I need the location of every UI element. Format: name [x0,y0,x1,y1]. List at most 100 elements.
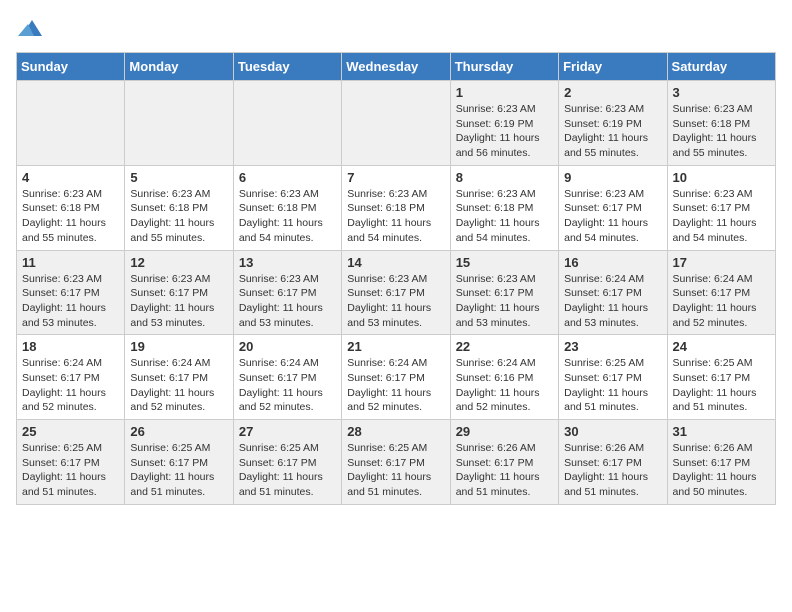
day-number: 15 [456,255,553,270]
day-number: 18 [22,339,119,354]
day-info: Sunrise: 6:24 AM Sunset: 6:17 PM Dayligh… [130,356,227,415]
day-number: 21 [347,339,444,354]
calendar-cell: 11Sunrise: 6:23 AM Sunset: 6:17 PM Dayli… [17,250,125,335]
day-number: 17 [673,255,770,270]
day-number: 31 [673,424,770,439]
day-info: Sunrise: 6:25 AM Sunset: 6:17 PM Dayligh… [673,356,770,415]
day-number: 13 [239,255,336,270]
calendar-cell: 25 Sunrise: 6:25 AM Sunset: 6:17 PM Dayli… [17,420,125,505]
day-number: 26 [130,424,227,439]
day-number: 11 [22,255,119,270]
calendar-cell: 19 Sunrise: 6:24 AM Sunset: 6:17 PM Dayli… [125,335,233,420]
weekday-header-thursday: Thursday [450,53,558,81]
calendar-cell: 3 Sunrise: 6:23 AM Sunset: 6:18 PM Daylig… [667,81,775,166]
day-number: 27 [239,424,336,439]
day-info: Sunrise: 6:23 AM Sunset: 6:18 PM Dayligh… [347,187,444,246]
day-info: Sunrise: 6:25 AM Sunset: 6:17 PM Dayligh… [22,441,119,500]
calendar-cell: 31Sunrise: 6:26 AM Sunset: 6:17 PM Dayli… [667,420,775,505]
calendar-cell: 12Sunrise: 6:23 AM Sunset: 6:17 PM Dayli… [125,250,233,335]
day-number: 4 [22,170,119,185]
calendar-cell: 5 Sunrise: 6:23 AM Sunset: 6:18 PM Daylig… [125,165,233,250]
day-number: 24 [673,339,770,354]
calendar-cell: 22 Sunrise: 6:24 AM Sunset: 6:16 PM Dayli… [450,335,558,420]
calendar-cell: 9 Sunrise: 6:23 AM Sunset: 6:17 PM Daylig… [559,165,667,250]
day-number: 30 [564,424,661,439]
logo-icon [18,16,42,40]
calendar-cell: 1Sunrise: 6:23 AM Sunset: 6:19 PM Daylig… [450,81,558,166]
weekday-header-saturday: Saturday [667,53,775,81]
day-number: 9 [564,170,661,185]
calendar-cell: 8 Sunrise: 6:23 AM Sunset: 6:18 PM Daylig… [450,165,558,250]
calendar-cell: 18 Sunrise: 6:24 AM Sunset: 6:17 PM Dayli… [17,335,125,420]
calendar-cell: 20 Sunrise: 6:24 AM Sunset: 6:17 PM Dayli… [233,335,341,420]
day-info: Sunrise: 6:23 AM Sunset: 6:17 PM Dayligh… [456,272,553,331]
calendar-cell: 27 Sunrise: 6:25 AM Sunset: 6:17 PM Dayli… [233,420,341,505]
day-number: 25 [22,424,119,439]
day-info: Sunrise: 6:24 AM Sunset: 6:17 PM Dayligh… [347,356,444,415]
day-info: Sunrise: 6:26 AM Sunset: 6:17 PM Dayligh… [564,441,661,500]
day-number: 2 [564,85,661,100]
day-info: Sunrise: 6:25 AM Sunset: 6:17 PM Dayligh… [239,441,336,500]
day-number: 6 [239,170,336,185]
day-number: 8 [456,170,553,185]
calendar-week-row: 1Sunrise: 6:23 AM Sunset: 6:19 PM Daylig… [17,81,776,166]
day-number: 23 [564,339,661,354]
calendar-cell: 21 Sunrise: 6:24 AM Sunset: 6:17 PM Dayli… [342,335,450,420]
calendar-week-row: 11 Sunrise: 6:23 AM Sunset: 6:17 PM Dayli… [17,250,776,335]
calendar-cell [17,81,125,166]
calendar-cell [233,81,341,166]
page-header [16,16,776,40]
calendar-cell: 17 Sunrise: 6:24 AM Sunset: 6:17 PM Dayli… [667,250,775,335]
weekday-header-row: SundayMondayTuesdayWednesdayThursdayFrid… [17,53,776,81]
day-info: Sunrise: 6:25 AM Sunset: 6:17 PM Dayligh… [130,441,227,500]
day-info: Sunrise: 6:23 AM Sunset: 6:18 PM Dayligh… [239,187,336,246]
calendar-cell: 6 Sunrise: 6:23 AM Sunset: 6:18 PM Daylig… [233,165,341,250]
day-number: 5 [130,170,227,185]
calendar-cell: 14 Sunrise: 6:23 AM Sunset: 6:17 PM Dayli… [342,250,450,335]
day-info: Sunrise: 6:23 AM Sunset: 6:17 PM Dayligh… [673,187,770,246]
day-info: Sunrise: 6:23 AM Sunset: 6:18 PM Dayligh… [130,187,227,246]
day-info: Sunrise: 6:23 AM Sunset: 6:18 PM Dayligh… [673,102,770,161]
day-info: Sunrise: 6:25 AM Sunset: 6:17 PM Dayligh… [347,441,444,500]
calendar-cell: 30 Sunrise: 6:26 AM Sunset: 6:17 PM Dayli… [559,420,667,505]
day-number: 10 [673,170,770,185]
calendar-cell: 16Sunrise: 6:24 AM Sunset: 6:17 PM Dayli… [559,250,667,335]
day-number: 19 [130,339,227,354]
day-info: Sunrise: 6:23 AM Sunset: 6:18 PM Dayligh… [456,187,553,246]
calendar-cell: 29 Sunrise: 6:26 AM Sunset: 6:17 PM Dayli… [450,420,558,505]
calendar-cell: 2Sunrise: 6:23 AM Sunset: 6:19 PM Daylig… [559,81,667,166]
day-number: 7 [347,170,444,185]
calendar-week-row: 18 Sunrise: 6:24 AM Sunset: 6:17 PM Dayli… [17,335,776,420]
calendar-cell: 15 Sunrise: 6:23 AM Sunset: 6:17 PM Dayli… [450,250,558,335]
weekday-header-tuesday: Tuesday [233,53,341,81]
day-info: Sunrise: 6:23 AM Sunset: 6:17 PM Dayligh… [564,187,661,246]
logo [16,16,42,40]
day-number: 14 [347,255,444,270]
calendar-cell: 10 Sunrise: 6:23 AM Sunset: 6:17 PM Dayli… [667,165,775,250]
day-number: 16 [564,255,661,270]
calendar-cell: 28 Sunrise: 6:25 AM Sunset: 6:17 PM Dayli… [342,420,450,505]
day-info: Sunrise: 6:23 AM Sunset: 6:17 PM Dayligh… [347,272,444,331]
day-number: 20 [239,339,336,354]
calendar-cell: 13Sunrise: 6:23 AM Sunset: 6:17 PM Dayli… [233,250,341,335]
weekday-header-wednesday: Wednesday [342,53,450,81]
calendar-week-row: 4 Sunrise: 6:23 AM Sunset: 6:18 PM Daylig… [17,165,776,250]
day-number: 29 [456,424,553,439]
day-info: Sunrise: 6:23 AM Sunset: 6:18 PM Dayligh… [22,187,119,246]
day-info: Sunrise: 6:24 AM Sunset: 6:17 PM Dayligh… [22,356,119,415]
day-info: Sunrise: 6:24 AM Sunset: 6:16 PM Dayligh… [456,356,553,415]
day-info: Sunrise: 6:24 AM Sunset: 6:17 PM Dayligh… [239,356,336,415]
day-info: Sunrise: 6:26 AM Sunset: 6:17 PM Dayligh… [456,441,553,500]
day-number: 28 [347,424,444,439]
calendar-table: SundayMondayTuesdayWednesdayThursdayFrid… [16,52,776,505]
day-number: 3 [673,85,770,100]
day-info: Sunrise: 6:23 AM Sunset: 6:17 PM Dayligh… [130,272,227,331]
day-number: 1 [456,85,553,100]
weekday-header-monday: Monday [125,53,233,81]
calendar-cell: 23Sunrise: 6:25 AM Sunset: 6:17 PM Dayli… [559,335,667,420]
calendar-cell [342,81,450,166]
day-info: Sunrise: 6:24 AM Sunset: 6:17 PM Dayligh… [673,272,770,331]
day-number: 22 [456,339,553,354]
calendar-cell: 24 Sunrise: 6:25 AM Sunset: 6:17 PM Dayli… [667,335,775,420]
calendar-cell: 4 Sunrise: 6:23 AM Sunset: 6:18 PM Daylig… [17,165,125,250]
